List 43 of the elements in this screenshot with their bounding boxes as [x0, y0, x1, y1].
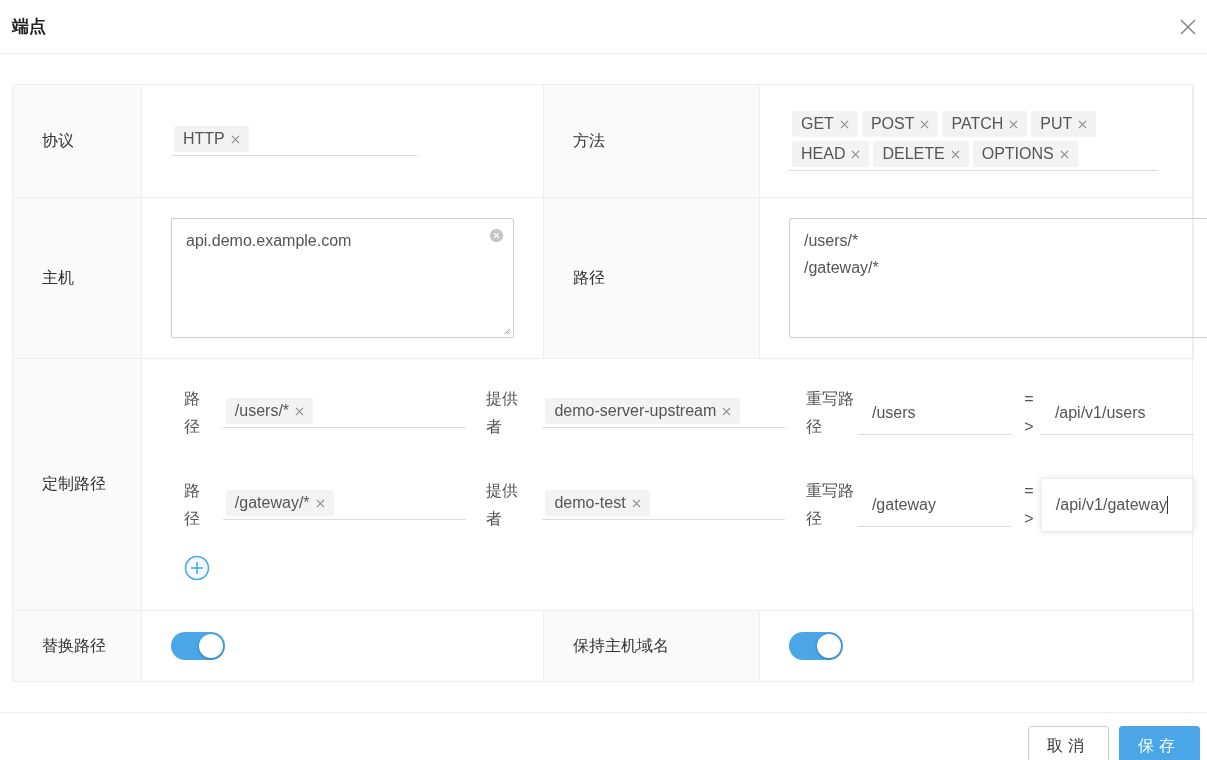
tag-select-field[interactable]: demo-test	[542, 490, 785, 520]
provider-label: 提供者	[486, 481, 520, 529]
rewrite-label: 重写路径	[805, 481, 855, 529]
tag-select-field[interactable]: HTTP	[171, 126, 417, 156]
field-label: 主机	[41, 267, 74, 288]
path-line: /users/*	[804, 231, 859, 251]
field-label: 方法	[572, 130, 605, 151]
tag-select-field[interactable]: /users/*	[222, 398, 467, 428]
tag: HTTP	[174, 126, 249, 152]
rewrite-to-field[interactable]: /api/v1/gateway	[1040, 478, 1194, 532]
tag: /gateway/*	[225, 490, 334, 516]
tag-select-field[interactable]: GET POST PATCH PUT HEAD DELETE OPTIONS	[789, 111, 1158, 171]
tag: GET	[792, 111, 858, 137]
field-label: 协议	[41, 130, 74, 151]
field-label: 定制路径	[41, 474, 106, 494]
tag: /users/*	[225, 398, 314, 424]
arrow-symbol: =>	[1024, 389, 1034, 437]
tag-select-field[interactable]: demo-server-upstream	[542, 398, 785, 428]
rewrite-from-field[interactable]: /gateway	[857, 483, 1012, 527]
rewrite-to-field[interactable]: /api/v1/users	[1040, 391, 1194, 435]
tag: POST	[861, 111, 939, 137]
tag: demo-server-upstream	[545, 398, 741, 424]
tag: DELETE	[873, 141, 969, 167]
tag: demo-test	[545, 490, 650, 516]
route-path-label: 路径	[184, 481, 200, 529]
path-line: /gateway/*	[804, 258, 879, 278]
tag: HEAD	[792, 141, 870, 167]
host-field[interactable]: api.demo.example.com	[171, 218, 514, 338]
cancel-button[interactable]: 取消	[1027, 726, 1109, 760]
paths-field[interactable]: /users/* /gateway/*	[789, 218, 1207, 338]
tag-select-field[interactable]: /gateway/*	[222, 490, 467, 520]
field-label: 保持主机域名	[572, 635, 669, 656]
rewrite-from-field[interactable]: /users	[857, 391, 1012, 435]
tag: PUT	[1031, 111, 1097, 137]
field-label: 路径	[572, 267, 605, 288]
tag: OPTIONS	[972, 141, 1078, 167]
field-label: 替换路径	[41, 635, 106, 656]
route-path-label: 路径	[184, 389, 200, 437]
arrow-symbol: =>	[1023, 481, 1034, 529]
provider-label: 提供者	[486, 389, 520, 437]
rewrite-label: 重写路径	[805, 389, 855, 437]
tag: PATCH	[942, 111, 1028, 137]
dialog-title: 端点	[12, 16, 46, 38]
